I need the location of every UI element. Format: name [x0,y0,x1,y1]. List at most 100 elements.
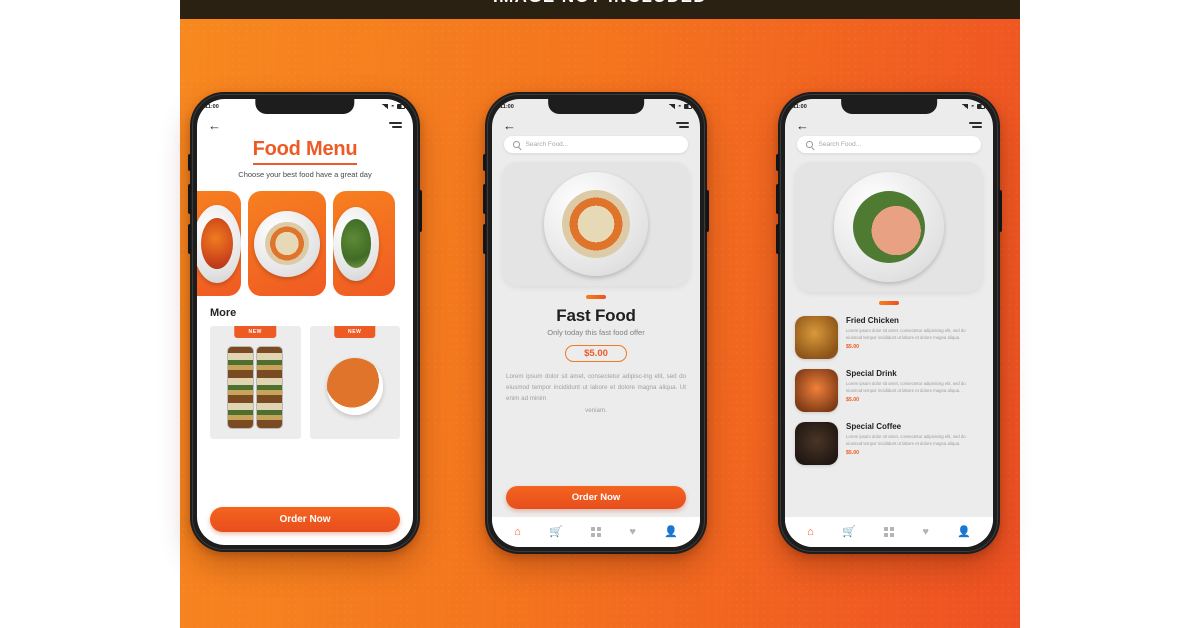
item-price: $5.00 [846,343,859,350]
carousel-card-curry[interactable] [197,191,241,296]
phone1-side-button-volume-down[interactable] [188,224,191,254]
price-badge: $5.00 [565,344,627,362]
search-icon [806,141,813,148]
hero-food-card[interactable] [795,162,983,292]
phone2-side-button-mute[interactable] [483,154,486,171]
carousel-card-momo[interactable] [248,191,326,296]
order-now-button[interactable]: Order Now [506,486,686,509]
battery-icon [684,104,693,109]
list-item[interactable]: Special Drink Lorem ipsum dolor sit amet… [795,364,983,417]
list-item[interactable]: Fried Chicken Lorem ipsum dolor sit amet… [795,311,983,364]
more-card-soup[interactable]: NEW [309,326,400,439]
bottom-navigation-bar: ⌂ 🛒 ♥ 👤 [785,517,993,547]
item-details: Fried Chicken Lorem ipsum dolor sit amet… [846,316,983,350]
cart-icon[interactable]: 🛒 [549,526,563,538]
product-title: Fast Food [556,305,636,325]
item-description: Lorem ipsum dolor sit amet, consectetur … [846,380,966,393]
phone-mockup-2: 11:00 ◓ ← Search Food... Fast Food Only … [483,92,709,554]
phone3-screen: 11:00 ◓ ← Search Food... Fried Chicken L… [785,99,993,547]
carousel-card-salad[interactable] [333,191,395,296]
special-coffee-image [795,421,838,465]
item-description: Lorem ipsum dolor sit amet, consectetur … [846,433,966,446]
wifi-icon: ◓ [390,103,395,110]
profile-icon[interactable]: 👤 [957,526,971,538]
status-icon-group: ◓ [382,103,406,110]
battery-icon [397,104,406,109]
signal-icon [962,104,969,109]
search-input[interactable]: Search Food... [526,141,569,148]
top-banner-text: IMAGE NOT INCLUDED [180,0,1020,7]
new-badge: NEW [234,326,276,338]
list-item[interactable]: Special Coffee Lorem ipsum dolor sit ame… [795,417,983,470]
page-title: Food Menu [252,138,358,165]
grid-icon[interactable] [884,527,895,537]
item-thumbnail [795,315,838,359]
phone1-side-button-power[interactable] [419,190,422,232]
phone2-side-button-volume-down[interactable] [483,224,486,254]
phone2-side-button-volume-up[interactable] [483,184,486,214]
order-now-button[interactable]: Order Now [210,507,400,532]
grid-icon[interactable] [591,527,602,537]
phone1-app-bar: ← [197,114,413,136]
phone1-screen: 11:00 ◓ ← Food Menu Choose your best foo… [197,99,413,545]
hamburger-menu-icon[interactable] [389,122,402,128]
phone1-side-button-volume-up[interactable] [188,184,191,214]
salmon-hero-image [852,190,926,264]
phone3-side-button-power[interactable] [999,190,1002,232]
more-card-bento[interactable]: NEW [210,326,301,439]
bento-box-image [227,345,284,430]
phone1-title-block: Food Menu [197,136,413,165]
home-icon[interactable]: ⌂ [514,526,521,538]
food-carousel[interactable] [197,191,413,296]
search-icon [513,141,520,148]
hamburger-menu-icon[interactable] [676,122,689,128]
back-arrow-icon[interactable]: ← [796,119,809,132]
search-input[interactable]: Search Food... [819,141,862,148]
salad-food-image [340,219,372,268]
item-price: $5.00 [846,449,859,456]
item-price: $5.00 [846,396,859,403]
heart-icon[interactable]: ♥ [922,526,929,538]
status-time: 11:00 [205,103,219,110]
bottom-navigation-bar: ⌂ 🛒 ♥ 👤 [492,517,700,547]
item-details: Special Coffee Lorem ipsum dolor sit ame… [846,422,983,456]
phone3-status-bar: 11:00 ◓ [785,99,993,114]
phone3-side-button-volume-up[interactable] [776,184,779,214]
search-bar[interactable]: Search Food... [797,136,981,153]
hamburger-menu-icon[interactable] [969,122,982,128]
product-subtitle: Only today this fast food offer [547,327,645,337]
item-thumbnail [795,421,838,465]
product-description-text: Lorem ipsum dolor sit amet, consectetur … [506,372,686,403]
search-bar[interactable]: Search Food... [504,136,688,153]
item-description: Lorem ipsum dolor sit amet, consectetur … [846,327,966,340]
more-card-row: NEW NEW [197,319,413,439]
heart-icon[interactable]: ♥ [629,526,636,538]
phone2-status-bar: 11:00 ◓ [492,99,700,114]
item-details: Special Drink Lorem ipsum dolor sit amet… [846,369,983,403]
hero-food-card[interactable] [502,162,690,286]
phone1-side-button-mute[interactable] [188,154,191,171]
home-icon[interactable]: ⌂ [807,526,814,538]
page-subtitle: Choose your best food have a great day [238,170,372,179]
signal-icon [669,104,676,109]
profile-icon[interactable]: 👤 [664,526,678,538]
back-arrow-icon[interactable]: ← [503,119,516,132]
item-name: Fried Chicken [846,315,899,325]
phone3-app-bar: ← [785,114,993,136]
fried-chicken-image [795,315,838,359]
phone3-side-button-volume-down[interactable] [776,224,779,254]
phone2-side-button-power[interactable] [706,190,709,232]
cart-icon[interactable]: 🛒 [842,526,856,538]
curry-food-image [201,217,233,270]
soup-bowl-image [326,358,383,415]
item-name: Special Drink [846,368,897,378]
phone3-side-button-mute[interactable] [776,154,779,171]
wifi-icon: ◓ [677,103,682,110]
status-time: 11:00 [793,103,807,110]
mockup-canvas: 11:00 ◓ ← Food Menu Choose your best foo… [0,0,1200,628]
wifi-icon: ◓ [970,103,975,110]
battery-icon [977,104,986,109]
status-icon-group: ◓ [669,103,693,110]
back-arrow-icon[interactable]: ← [208,119,221,132]
phone-mockup-1: 11:00 ◓ ← Food Menu Choose your best foo… [188,92,422,552]
